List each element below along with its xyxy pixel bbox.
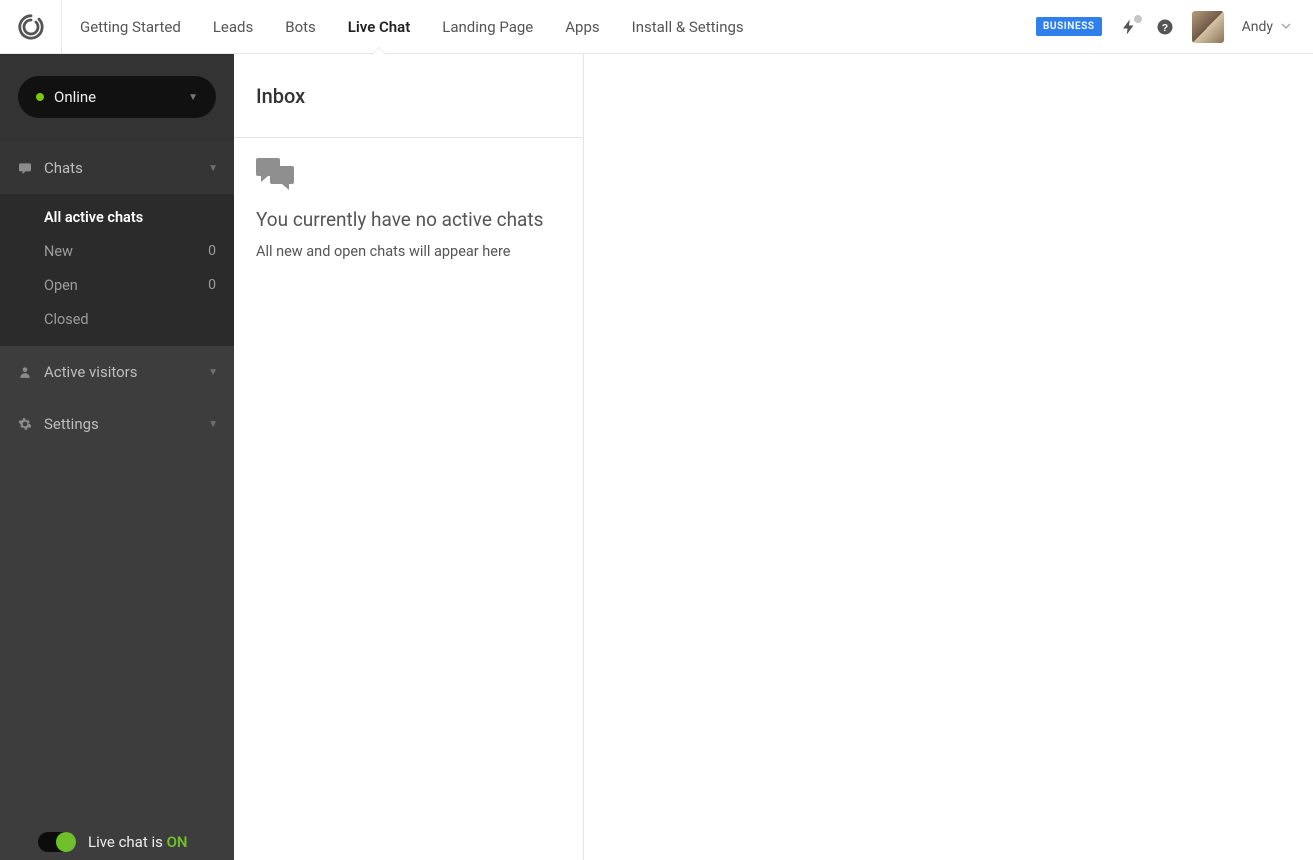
sidebar-section-settings[interactable]: Settings ▼ bbox=[0, 398, 234, 450]
toggle-knob-icon bbox=[56, 832, 76, 852]
nav-getting-started[interactable]: Getting Started bbox=[80, 0, 181, 54]
nav-leads[interactable]: Leads bbox=[213, 0, 253, 54]
empty-subtitle: All new and open chats will appear here bbox=[256, 243, 561, 260]
logo-icon bbox=[17, 13, 45, 41]
empty-chats-icon bbox=[256, 158, 561, 196]
sidebar-section-visitors[interactable]: Active visitors ▼ bbox=[0, 346, 234, 398]
livechat-prefix: Live chat is bbox=[88, 833, 167, 851]
sidebar-bottom: Live chat is ON bbox=[0, 822, 234, 860]
livechat-on: ON bbox=[167, 833, 188, 851]
chevron-down-icon: ▼ bbox=[188, 92, 198, 103]
plan-badge[interactable]: BUSINESS bbox=[1036, 17, 1102, 36]
sidebar-item-count: 0 bbox=[208, 243, 216, 259]
section-title: Settings bbox=[44, 415, 208, 433]
sidebar-item-count: 0 bbox=[208, 277, 216, 293]
nav-bots[interactable]: Bots bbox=[285, 0, 316, 54]
nav-label: Bots bbox=[285, 18, 316, 36]
inbox-body: You currently have no active chats All n… bbox=[234, 138, 583, 280]
empty-title: You currently have no active chats bbox=[256, 208, 561, 231]
gear-icon bbox=[16, 417, 34, 431]
nav-label: Install & Settings bbox=[632, 18, 744, 36]
status-wrap: Online ▼ bbox=[0, 54, 234, 142]
sidebar-item-closed[interactable]: Closed bbox=[0, 302, 234, 336]
logo[interactable] bbox=[0, 0, 62, 53]
nav-label: Apps bbox=[565, 18, 599, 36]
status-dot-icon bbox=[36, 93, 44, 101]
nav-label: Live Chat bbox=[348, 18, 411, 36]
svg-text:?: ? bbox=[1161, 21, 1167, 33]
user-name: Andy bbox=[1242, 19, 1273, 35]
livechat-toggle[interactable] bbox=[38, 832, 76, 852]
top-header: Getting Started Leads Bots Live Chat Lan… bbox=[0, 0, 1313, 54]
conversation-area bbox=[584, 54, 1313, 860]
section-title: Active visitors bbox=[44, 363, 208, 381]
nav-active-pointer-icon bbox=[371, 47, 387, 55]
inbox-panel: Inbox You currently have no active chats… bbox=[234, 54, 584, 860]
chevron-down-icon bbox=[1281, 19, 1291, 35]
chevron-down-icon: ▼ bbox=[208, 419, 218, 430]
nav-install-settings[interactable]: Install & Settings bbox=[632, 0, 744, 54]
chevron-down-icon: ▼ bbox=[208, 163, 218, 174]
notifications-button[interactable] bbox=[1120, 18, 1138, 36]
avatar[interactable] bbox=[1192, 11, 1224, 43]
person-icon bbox=[16, 365, 34, 379]
inbox-title: Inbox bbox=[234, 54, 583, 138]
sidebar-chats-submenu: All active chats New 0 Open 0 Closed bbox=[0, 194, 234, 346]
nav-live-chat[interactable]: Live Chat bbox=[348, 0, 411, 54]
user-menu[interactable]: Andy bbox=[1242, 19, 1291, 35]
nav-label: Leads bbox=[213, 18, 253, 36]
sidebar-item-open[interactable]: Open 0 bbox=[0, 268, 234, 302]
header-right: BUSINESS ? Andy bbox=[1036, 0, 1313, 53]
help-button[interactable]: ? bbox=[1156, 18, 1174, 36]
sidebar-item-all-active[interactable]: All active chats bbox=[0, 200, 234, 234]
nav-apps[interactable]: Apps bbox=[565, 0, 599, 54]
sidebar-section-chats[interactable]: Chats ▼ bbox=[0, 142, 234, 194]
nav-landing-page[interactable]: Landing Page bbox=[442, 0, 533, 54]
livechat-status-text: Live chat is ON bbox=[88, 833, 188, 851]
sidebar-item-label: All active chats bbox=[44, 209, 216, 226]
section-title: Chats bbox=[44, 159, 208, 177]
chevron-down-icon: ▼ bbox=[208, 367, 218, 378]
help-icon: ? bbox=[1156, 18, 1174, 36]
chat-icon bbox=[16, 160, 34, 176]
nav-label: Getting Started bbox=[80, 18, 181, 36]
sidebar-item-label: Open bbox=[44, 277, 208, 294]
sidebar: Online ▼ Chats ▼ All active chats New 0 … bbox=[0, 54, 234, 860]
sidebar-item-new[interactable]: New 0 bbox=[0, 234, 234, 268]
status-label: Online bbox=[54, 88, 96, 106]
nav-label: Landing Page bbox=[442, 18, 533, 36]
status-selector[interactable]: Online ▼ bbox=[18, 76, 216, 118]
notification-dot-icon bbox=[1134, 15, 1142, 23]
sidebar-item-label: New bbox=[44, 243, 208, 260]
main-nav: Getting Started Leads Bots Live Chat Lan… bbox=[62, 0, 1036, 53]
sidebar-item-label: Closed bbox=[44, 311, 216, 328]
body-layout: Online ▼ Chats ▼ All active chats New 0 … bbox=[0, 54, 1313, 860]
